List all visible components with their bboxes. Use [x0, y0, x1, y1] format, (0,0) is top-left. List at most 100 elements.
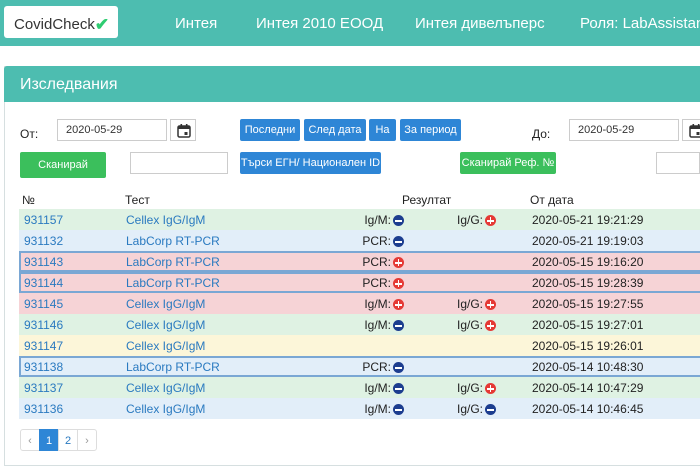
test-name-link[interactable]: LabCorp RT-PCR: [126, 360, 220, 374]
test-name-link[interactable]: Cellex IgG/IgM: [126, 318, 205, 332]
result-primary-label: Ig/M:: [364, 297, 391, 311]
test-id-link[interactable]: 931144: [24, 276, 63, 290]
test-id-link[interactable]: 931143: [24, 255, 63, 269]
test-date: 2020-05-15 19:27:55: [532, 297, 644, 311]
test-date: 2020-05-14 10:48:30: [532, 360, 644, 374]
col-header-date: От дата: [530, 193, 574, 207]
col-header-test: Тест: [125, 193, 150, 207]
nav-link-role[interactable]: Роля: LabAssistant: [580, 15, 700, 32]
result-primary-label: Ig/M:: [364, 318, 391, 332]
test-date: 2020-05-21 19:21:29: [532, 213, 644, 227]
test-name-link[interactable]: Cellex IgG/IgM: [126, 339, 205, 353]
test-name-link[interactable]: Cellex IgG/IgM: [126, 213, 205, 227]
scan-input[interactable]: [130, 152, 228, 174]
table-row[interactable]: 931137 Cellex IgG/IgM Ig/M: Ig/G: 2020-05-14…: [19, 377, 700, 398]
test-name-link[interactable]: LabCorp RT-PCR: [126, 276, 220, 290]
test-date: 2020-05-15 19:16:20: [532, 255, 644, 269]
result-primary: PCR:: [362, 360, 404, 374]
brand-logo[interactable]: CovidCheck✔: [4, 6, 118, 38]
result-primary: Ig/M:: [364, 213, 404, 227]
plus-circle-icon: [485, 383, 497, 394]
test-id-link[interactable]: 931132: [24, 234, 63, 248]
col-header-number: №: [22, 193, 35, 207]
result-primary: Ig/M:: [364, 402, 404, 416]
test-date: 2020-05-14 10:47:29: [532, 381, 644, 395]
test-id-link[interactable]: 931157: [24, 213, 63, 227]
scan-button[interactable]: Сканирай: [20, 152, 106, 178]
table-row[interactable]: 931138 LabCorp RT-PCR PCR: 2020-05-14 10:48…: [19, 356, 700, 377]
test-id-link[interactable]: 931147: [24, 339, 63, 353]
minus-circle-icon: [393, 320, 404, 331]
minus-circle-icon: [393, 215, 404, 226]
result-primary-label: PCR:: [362, 255, 391, 269]
result-primary: PCR:: [362, 255, 404, 269]
test-id-link[interactable]: 931145: [24, 297, 63, 311]
prev-page-button[interactable]: ‹: [20, 429, 40, 451]
minus-circle-icon: [393, 404, 404, 415]
top-navbar: CovidCheck✔ Интея Интея 2010 ЕООД Интея …: [0, 0, 700, 46]
result-primary-label: PCR:: [362, 276, 391, 290]
minus-circle-icon: [485, 404, 497, 415]
scan-ref-button[interactable]: Сканирай Реф. №: [460, 152, 556, 174]
table-row[interactable]: 931132 LabCorp RT-PCR PCR: 2020-05-21 19:19…: [19, 230, 700, 251]
plus-circle-icon: [393, 299, 404, 310]
result-secondary-label: Ig/G:: [457, 381, 484, 395]
test-date: 2020-05-15 19:28:39: [532, 276, 644, 290]
latest-button[interactable]: Последни: [240, 119, 300, 141]
test-name-link[interactable]: LabCorp RT-PCR: [126, 234, 220, 248]
test-date: 2020-05-15 19:27:01: [532, 318, 644, 332]
test-name-link[interactable]: LabCorp RT-PCR: [126, 255, 220, 269]
nav-link-org[interactable]: Интея 2010 ЕООД: [256, 15, 383, 32]
result-primary: Ig/M:: [364, 318, 404, 332]
result-secondary: Ig/G:: [457, 213, 497, 227]
to-calendar-button[interactable]: [682, 119, 700, 141]
test-id-link[interactable]: 931137: [24, 381, 63, 395]
table-row[interactable]: 931144 LabCorp RT-PCR PCR: 2020-05-15 19:28…: [19, 272, 700, 293]
plus-circle-icon: [485, 215, 497, 226]
results-table: 931157 Cellex IgG/IgM Ig/M: Ig/G: 2020-05-21…: [19, 209, 700, 419]
result-secondary: Ig/G:: [457, 381, 497, 395]
result-primary: PCR:: [362, 234, 404, 248]
test-name-link[interactable]: Cellex IgG/IgM: [126, 381, 205, 395]
panel-title: Изследвания: [4, 66, 700, 102]
result-primary: Ig/M:: [364, 381, 404, 395]
table-row[interactable]: 931136 Cellex IgG/IgM Ig/M: Ig/G: 2020-05-14…: [19, 398, 700, 419]
test-date: 2020-05-15 19:26:01: [532, 339, 644, 353]
table-row[interactable]: 931145 Cellex IgG/IgM Ig/M: Ig/G: 2020-05-15…: [19, 293, 700, 314]
next-page-button[interactable]: ›: [77, 429, 97, 451]
result-secondary: Ig/G:: [457, 318, 497, 332]
result-primary-label: Ig/M:: [364, 381, 391, 395]
table-row[interactable]: 931147 Cellex IgG/IgM 2020-05-15 19:26:01: [19, 335, 700, 356]
plus-circle-icon: [393, 278, 404, 289]
minus-circle-icon: [393, 362, 404, 373]
search-egn-button[interactable]: Търси ЕГН/ Национален ID: [240, 152, 381, 174]
test-name-link[interactable]: Cellex IgG/IgM: [126, 297, 205, 311]
period-button[interactable]: За период: [400, 119, 461, 141]
result-secondary-label: Ig/G:: [457, 297, 484, 311]
nav-link-company[interactable]: Интея: [175, 15, 217, 32]
nav-link-developers[interactable]: Интея дивелъперс: [415, 15, 545, 32]
from-label: От:: [20, 127, 39, 141]
from-calendar-button[interactable]: [170, 119, 196, 141]
ref-input[interactable]: [656, 152, 700, 174]
result-secondary-label: Ig/G:: [457, 213, 484, 227]
to-date-input[interactable]: 2020-05-29: [569, 119, 679, 141]
test-name-link[interactable]: Cellex IgG/IgM: [126, 402, 205, 416]
page-1-button[interactable]: 1: [39, 429, 59, 451]
brand-name: CovidCheck: [14, 16, 95, 33]
test-date: 2020-05-21 19:19:03: [532, 234, 644, 248]
result-primary: Ig/M:: [364, 297, 404, 311]
result-primary-label: PCR:: [362, 234, 391, 248]
result-secondary: Ig/G:: [457, 297, 497, 311]
after-date-button[interactable]: След дата: [304, 119, 366, 141]
test-id-link[interactable]: 931136: [24, 402, 63, 416]
test-id-link[interactable]: 931138: [24, 360, 63, 374]
from-date-input[interactable]: 2020-05-29: [57, 119, 167, 141]
table-row[interactable]: 931146 Cellex IgG/IgM Ig/M: Ig/G: 2020-05-15…: [19, 314, 700, 335]
minus-circle-icon: [393, 383, 404, 394]
table-row[interactable]: 931143 LabCorp RT-PCR PCR: 2020-05-15 19:16…: [19, 251, 700, 272]
test-id-link[interactable]: 931146: [24, 318, 63, 332]
page-2-button[interactable]: 2: [58, 429, 78, 451]
table-row[interactable]: 931157 Cellex IgG/IgM Ig/M: Ig/G: 2020-05-21…: [19, 209, 700, 230]
on-date-button[interactable]: На: [369, 119, 396, 141]
